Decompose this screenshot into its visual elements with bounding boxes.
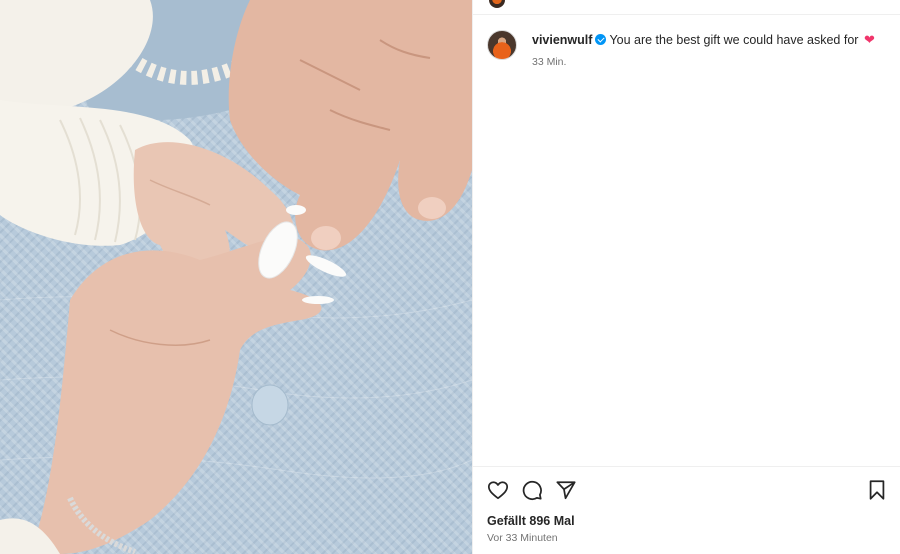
header-divider: [473, 14, 900, 15]
bookmark-icon: [869, 480, 885, 500]
send-icon: [556, 481, 576, 500]
author-avatar[interactable]: [487, 30, 517, 60]
verified-badge-icon: [595, 34, 607, 45]
caption-timestamp[interactable]: 33 Min.: [532, 54, 875, 70]
red-heart-emoji: ❤: [863, 32, 875, 47]
post-timestamp[interactable]: Vor 33 Minuten: [487, 532, 558, 544]
action-bar: [486, 478, 889, 502]
like-button[interactable]: [486, 478, 510, 502]
share-button[interactable]: [554, 478, 578, 502]
caption-row: vivienwulf You are the best gift we could…: [487, 30, 887, 70]
post-image[interactable]: [0, 0, 472, 554]
actions-divider: [473, 466, 900, 467]
post-photo-illustration: [0, 0, 472, 554]
caption: vivienwulf You are the best gift we could…: [532, 30, 875, 70]
likes-count[interactable]: Gefällt 896 Mal: [487, 514, 575, 528]
save-button[interactable]: [865, 478, 889, 502]
heart-icon: [487, 481, 509, 500]
comment-icon: [522, 480, 542, 501]
comment-button[interactable]: [520, 478, 544, 502]
author-username[interactable]: vivienwulf: [532, 33, 592, 47]
caption-text: You are the best gift we could have aske…: [609, 33, 859, 47]
header-avatar[interactable]: [489, 0, 505, 8]
post-detail-pane: vivienwulf You are the best gift we could…: [472, 0, 900, 554]
